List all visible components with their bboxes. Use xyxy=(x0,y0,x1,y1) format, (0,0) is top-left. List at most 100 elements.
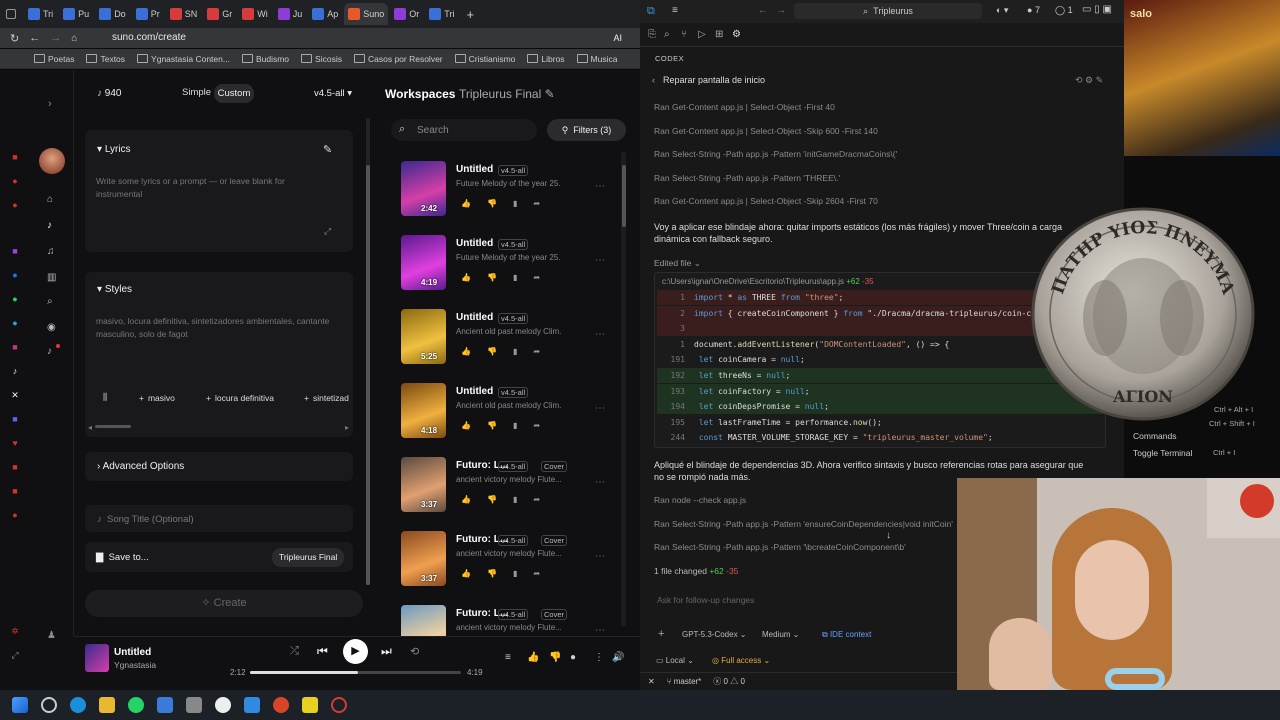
more-options-icon[interactable]: ⋯ xyxy=(595,551,605,562)
command-log-entry[interactable]: Ran Get-Content app.js | Select-Object -… xyxy=(654,196,878,206)
browser-tab[interactable]: Or xyxy=(390,3,423,25)
like-icon[interactable]: 👍 xyxy=(461,569,487,578)
more-options-icon[interactable]: ⋯ xyxy=(595,329,605,340)
progress-track[interactable] xyxy=(250,671,461,674)
problems-indicator[interactable]: ⓧ 0 △ 0 xyxy=(713,676,745,687)
library-nav-icon[interactable]: ▥ xyxy=(47,272,56,283)
share-icon[interactable]: ➦ xyxy=(533,273,556,282)
browser-tab[interactable]: Pu xyxy=(59,3,93,25)
sync-badge[interactable]: ◯ 1 xyxy=(1055,5,1073,16)
dislike-icon[interactable]: 👎 xyxy=(487,347,513,356)
bookmark-folder[interactable]: Cristianismo xyxy=(455,54,516,64)
ide-context-toggle[interactable]: ⧉ IDE context xyxy=(822,630,871,640)
thumbs-down-icon[interactable]: 👎 xyxy=(549,652,561,663)
changes-badge[interactable]: ● 7 xyxy=(1027,5,1040,15)
bookmark-icon[interactable]: ▮ xyxy=(513,421,533,430)
app-icon[interactable] xyxy=(157,697,173,713)
bookmark-folder[interactable]: Sicosis xyxy=(301,54,342,64)
command-log-entry[interactable]: Ran Select-String -Path app.js -Pattern … xyxy=(654,542,906,552)
access-select[interactable]: ◎ Full access ⌄ xyxy=(712,656,770,665)
bookmark-folder[interactable]: Budismo xyxy=(242,54,289,64)
local-select[interactable]: ▭ Local ⌄ xyxy=(656,656,694,665)
browser-tab[interactable]: Ju xyxy=(274,3,307,25)
whatsapp-taskbar-icon[interactable] xyxy=(128,697,144,713)
edge-icon[interactable] xyxy=(70,697,86,713)
twitch-icon[interactable]: ■ xyxy=(10,246,20,256)
command-log-entry[interactable]: Ran Get-Content app.js | Select-Object -… xyxy=(654,126,878,136)
mode-simple-tab[interactable]: Simple xyxy=(182,87,211,98)
song-title[interactable]: Untitled xyxy=(456,238,493,249)
song-cover[interactable]: 5:25 xyxy=(401,309,446,364)
song-title[interactable]: Untitled xyxy=(456,164,493,175)
filters-button[interactable]: ⚲ Filters (3) xyxy=(547,119,626,141)
dislike-icon[interactable]: 👎 xyxy=(487,569,513,578)
mode-custom-tab[interactable]: Custom xyxy=(214,84,254,103)
followup-input[interactable]: Ask for follow-up changes xyxy=(657,595,754,605)
expand-icon[interactable]: ⤢ xyxy=(324,226,331,237)
branch-indicator[interactable]: ⑂ master* xyxy=(667,677,702,686)
avatar[interactable] xyxy=(39,148,65,174)
run-debug-icon[interactable]: ▷ xyxy=(698,29,706,40)
song-cover[interactable]: 4:18 xyxy=(401,383,446,438)
share-icon[interactable]: ➦ xyxy=(533,569,556,578)
bookmark-folder[interactable]: Poetas xyxy=(34,54,74,64)
save-target-select[interactable]: Tripleurus Final xyxy=(272,548,345,567)
more-options-icon[interactable]: ⋯ xyxy=(595,403,605,414)
song-row[interactable]: 3:37 Futuro: L... v4.5-all Cover ancient vic… xyxy=(401,531,626,591)
bookmark-folder[interactable]: Casos por Resolver xyxy=(354,54,443,64)
song-title[interactable]: Untitled xyxy=(456,386,493,397)
command-log-entry[interactable]: Ran Get-Content app.js | Select-Object -… xyxy=(654,102,835,112)
volume-icon[interactable]: 🔊 xyxy=(612,652,624,663)
notifications-bell-icon[interactable]: ♪ xyxy=(47,346,52,357)
browser-tab[interactable]: Tri xyxy=(24,3,57,25)
more-options-icon[interactable]: ⋯ xyxy=(595,477,605,488)
shortcut-icon[interactable]: ■ xyxy=(10,486,20,496)
command-log-entry[interactable]: Ran Select-String -Path app.js -Pattern … xyxy=(654,519,953,529)
song-cover[interactable]: 3:37 xyxy=(401,531,446,586)
x-icon[interactable]: ✕ xyxy=(10,390,20,400)
create-nav-icon[interactable]: ♪ xyxy=(47,220,52,231)
settings-gear-icon[interactable]: ✲ xyxy=(10,626,20,636)
song-row[interactable]: 4:19 Untitled v4.5-all Future Melody of the… xyxy=(401,235,626,295)
model-select[interactable]: GPT-5.3-Codex ⌄ xyxy=(682,630,747,639)
scroll-down-icon[interactable]: ↓ xyxy=(886,530,891,541)
bookmark-folder[interactable]: Textos xyxy=(86,54,125,64)
command-log-entry[interactable]: Ran Select-String -Path app.js -Pattern … xyxy=(654,173,840,183)
dislike-icon[interactable]: 👎 xyxy=(487,421,513,430)
scrollbar-thumb[interactable] xyxy=(366,165,370,585)
song-cover[interactable]: 3:37 xyxy=(401,457,446,512)
copilot-icon[interactable]: ◐ ▾ xyxy=(996,5,1008,16)
explore-nav-icon[interactable]: ◉ xyxy=(47,322,56,333)
sticky-notes-icon[interactable] xyxy=(302,697,318,713)
shortcut-icon[interactable]: ● xyxy=(10,510,20,520)
like-icon[interactable]: 👍 xyxy=(461,347,487,356)
home-nav-icon[interactable]: ⌂ xyxy=(47,194,53,205)
song-title-input[interactable]: ♪ Song Title (Optional) xyxy=(97,514,194,525)
dislike-icon[interactable]: 👎 xyxy=(487,273,513,282)
horizontal-scrollbar[interactable] xyxy=(95,425,131,428)
bookmark-icon[interactable]: ▮ xyxy=(513,199,533,208)
app-icon[interactable] xyxy=(186,697,202,713)
like-icon[interactable]: 👍 xyxy=(461,495,487,504)
codex-icon[interactable]: ⚙ xyxy=(732,29,741,40)
workspaces-link[interactable]: Workspaces xyxy=(385,87,455,101)
youtube-icon[interactable]: ■ xyxy=(10,152,20,162)
forward-icon[interactable]: → xyxy=(50,32,61,44)
extensions-icon[interactable]: ⊞ xyxy=(715,29,723,40)
browser-tab[interactable]: Suno xyxy=(344,3,389,25)
vscode-taskbar-icon[interactable] xyxy=(244,697,260,713)
style-chip[interactable]: + locura definitiva xyxy=(206,391,274,405)
shortcut-icon[interactable]: ● xyxy=(10,200,20,210)
like-icon[interactable]: 👍 xyxy=(461,199,487,208)
toggle-terminal-menu-item[interactable]: Toggle Terminal xyxy=(1133,448,1192,458)
more-nav-icon[interactable]: ♟ xyxy=(47,630,56,641)
scroll-right-icon[interactable]: ▸ xyxy=(345,423,349,432)
song-search-input[interactable]: ⌕ Search xyxy=(391,119,537,141)
shortcut-icon[interactable]: ■ xyxy=(10,462,20,472)
taskbar-search-icon[interactable] xyxy=(41,697,57,713)
effort-select[interactable]: Medium ⌄ xyxy=(762,630,799,639)
layout-icon[interactable]: ▭ ▯ ▣ xyxy=(1082,4,1112,15)
browser-tab[interactable]: Ap xyxy=(308,3,342,25)
dislike-icon[interactable]: 👎 xyxy=(487,199,513,208)
back-icon[interactable]: ← xyxy=(29,32,40,44)
